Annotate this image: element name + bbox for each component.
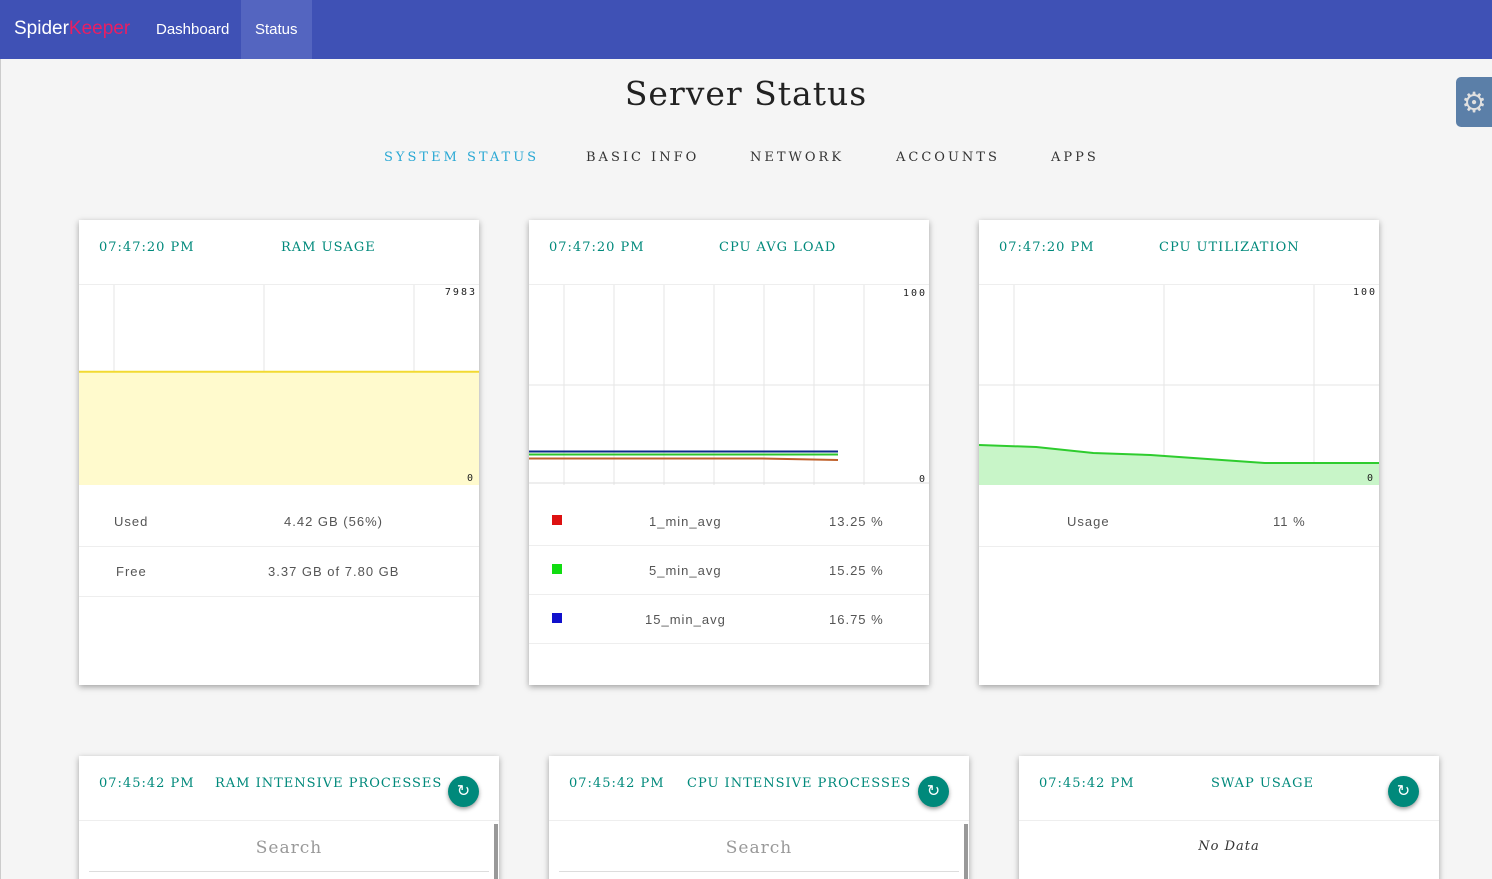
tab-accounts[interactable]: ACCOUNTS [896, 150, 1000, 165]
legend-label: 5_min_avg [649, 563, 722, 578]
card-header: 07:47:20 PM CPU UTILIZATION [979, 220, 1379, 285]
stat-value: 11 % [1273, 514, 1306, 529]
stat-row-usage: Usage 11 % [979, 485, 1379, 547]
legend-swatch-red [552, 515, 562, 525]
page-title: Server Status [624, 74, 868, 113]
card-header: 07:47:20 PM RAM USAGE [79, 220, 479, 285]
card-title: RAM INTENSIVE PROCESSES [215, 776, 443, 791]
no-data-message: No Data [1198, 839, 1260, 854]
y-min-label: 0 [918, 474, 927, 485]
cpu-load-chart: 100 0 [529, 285, 929, 485]
brand-logo[interactable]: SpiderKeeper [14, 18, 130, 40]
stat-label: Free [116, 564, 147, 579]
legend-value: 13.25 % [829, 514, 884, 529]
stat-value: 3.37 GB of 7.80 GB [268, 564, 400, 579]
stat-row-free: Free 3.37 GB of 7.80 GB [79, 547, 479, 597]
y-min-label: 0 [466, 473, 475, 484]
cpu-utilization-chart: 100 0 [979, 285, 1379, 485]
nav-status[interactable]: Status [241, 0, 312, 59]
legend-label: 15_min_avg [645, 612, 726, 627]
cpu-util-chart-svg [979, 285, 1379, 485]
timestamp: 07:47:20 PM [999, 240, 1095, 255]
card-title: CPU AVG LOAD [719, 240, 837, 255]
card-header: 07:45:42 PM SWAP USAGE ↻ [1019, 756, 1439, 821]
y-max-label: 7983 [444, 287, 477, 298]
tab-apps[interactable]: APPS [1051, 150, 1099, 165]
y-max-label: 100 [902, 288, 927, 299]
tab-system-status[interactable]: SYSTEM STATUS [384, 150, 539, 165]
cpu-load-chart-svg [529, 285, 929, 485]
card-title: CPU UTILIZATION [1159, 240, 1300, 255]
y-max-label: 100 [1352, 287, 1377, 298]
timestamp: 07:47:20 PM [549, 240, 645, 255]
stat-label: Usage [1067, 514, 1110, 529]
refresh-icon: ↻ [926, 783, 941, 800]
card-title: CPU INTENSIVE PROCESSES [687, 776, 912, 791]
card-title: RAM USAGE [281, 240, 376, 255]
ram-usage-card: 07:47:20 PM RAM USAGE 7983 0 Used 4.42 G… [79, 220, 479, 685]
tab-network[interactable]: NETWORK [750, 150, 844, 165]
refresh-button[interactable]: ↻ [1388, 776, 1419, 807]
search-input[interactable] [559, 824, 959, 872]
series-line-1_min_avg [529, 457, 839, 461]
legend-row-15min: 15_min_avg 16.75 % [529, 595, 929, 644]
ram-processes-card: 07:45:42 PM RAM INTENSIVE PROCESSES ↻ [79, 756, 499, 879]
stat-label: Used [114, 514, 149, 529]
stat-value: 4.42 GB (56%) [284, 514, 383, 529]
timestamp: 07:47:20 PM [99, 240, 195, 255]
cpu-usage-area [979, 445, 1379, 485]
card-title: SWAP USAGE [1211, 776, 1315, 791]
ram-used-area [79, 371, 479, 485]
legend-row-1min: 1_min_avg 13.25 % [529, 485, 929, 546]
brand-part2: Keeper [68, 18, 131, 39]
legend-value: 16.75 % [829, 612, 884, 627]
scrollbar[interactable] [964, 824, 968, 879]
timestamp: 07:45:42 PM [99, 776, 195, 791]
ram-usage-chart: 7983 0 [79, 285, 479, 485]
card-header: 07:45:42 PM RAM INTENSIVE PROCESSES ↻ [79, 756, 499, 821]
tab-basic-info[interactable]: BASIC INFO [586, 150, 699, 165]
timestamp: 07:45:42 PM [1039, 776, 1135, 791]
refresh-icon: ↻ [456, 783, 471, 800]
top-navbar: SpiderKeeper Dashboard Status [0, 0, 1492, 59]
card-header: 07:47:20 PM CPU AVG LOAD [529, 220, 929, 285]
refresh-icon: ↻ [1396, 783, 1411, 800]
cpu-processes-card: 07:45:42 PM CPU INTENSIVE PROCESSES ↻ [549, 756, 969, 879]
legend-row-5min: 5_min_avg 15.25 % [529, 546, 929, 595]
content-left-border [0, 59, 1, 879]
timestamp: 07:45:42 PM [569, 776, 665, 791]
legend-label: 1_min_avg [649, 514, 722, 529]
refresh-button[interactable]: ↻ [448, 776, 479, 807]
ram-chart-svg [79, 285, 479, 485]
cpu-utilization-card: 07:47:20 PM CPU UTILIZATION 100 0 Usage … [979, 220, 1379, 685]
legend-swatch-blue [552, 613, 562, 623]
card-header: 07:45:42 PM CPU INTENSIVE PROCESSES ↻ [549, 756, 969, 821]
cpu-avg-load-card: 07:47:20 PM CPU AVG LOAD 100 0 1_min_avg… [529, 220, 929, 685]
swap-usage-card: 07:45:42 PM SWAP USAGE ↻ No Data [1019, 756, 1439, 879]
stat-row-used: Used 4.42 GB (56%) [79, 485, 479, 547]
nav-dashboard[interactable]: Dashboard [142, 0, 243, 59]
refresh-button[interactable]: ↻ [918, 776, 949, 807]
y-min-label: 0 [1366, 473, 1375, 484]
legend-value: 15.25 % [829, 563, 884, 578]
legend-swatch-green [552, 564, 562, 574]
search-input[interactable] [89, 824, 489, 872]
scrollbar[interactable] [494, 824, 498, 879]
brand-part1: Spider [14, 18, 69, 39]
